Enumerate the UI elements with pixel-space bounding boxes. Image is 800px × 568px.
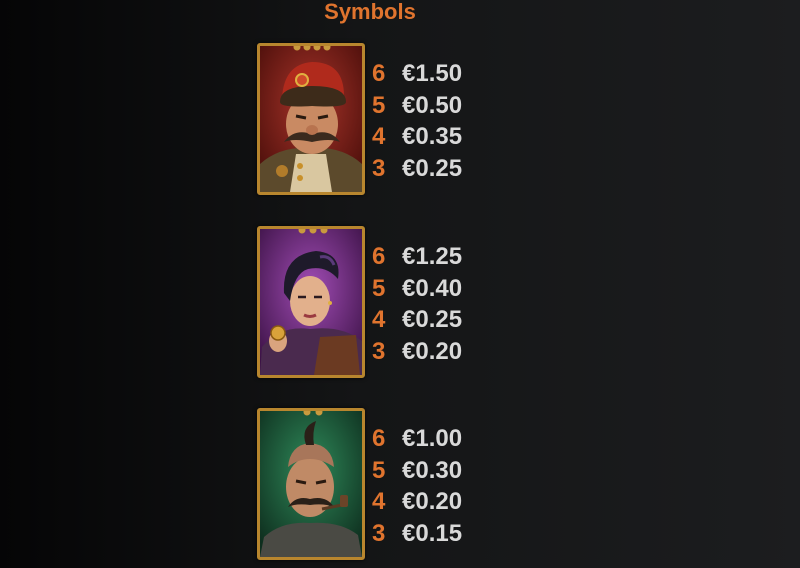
payout-line: 3 €0.25 (372, 153, 522, 185)
payout-value: €0.35 (402, 123, 463, 150)
paytable-symbol-2: 6 €1.25 5 €0.40 4 €0.25 3 €0.20 (372, 241, 522, 367)
payout-value: €0.15 (402, 519, 463, 547)
payout-line: 3 €0.20 (372, 336, 522, 368)
payout-line: 4 €0.20 (372, 486, 522, 518)
payout-value: €0.40 (402, 274, 463, 302)
symbol-count: 6 (372, 243, 386, 270)
symbol-count: 4 (372, 123, 386, 150)
payout-value: €0.50 (402, 91, 463, 119)
payout-line: 6 €1.25 (372, 241, 522, 273)
symbol-row-2: 6 €1.25 5 €0.40 4 €0.25 3 €0.20 (257, 226, 557, 386)
symbol-count: 4 (372, 488, 386, 515)
payout-line: 6 €1.50 (372, 58, 522, 90)
payout-value: €0.25 (402, 154, 463, 182)
symbol-count: 5 (372, 456, 386, 484)
payout-value: €0.20 (402, 337, 463, 365)
payout-value: €0.20 (402, 488, 463, 515)
woman-with-coin-icon (257, 226, 365, 378)
symbol-count: 3 (372, 154, 386, 182)
symbol-count: 6 (372, 60, 386, 87)
symbol-count: 5 (372, 91, 386, 119)
payout-value: €0.30 (402, 456, 463, 484)
symbol-row-1: 6 €1.50 5 €0.50 4 €0.35 3 €0.25 (257, 43, 557, 203)
paytable-symbol-3: 6 €1.00 5 €0.30 4 €0.20 3 €0.15 (372, 423, 522, 549)
payout-line: 3 €0.15 (372, 518, 522, 550)
paytable-symbol-1: 6 €1.50 5 €0.50 4 €0.35 3 €0.25 (372, 58, 522, 184)
payout-line: 5 €0.40 (372, 273, 522, 305)
cossack-captain-icon (257, 43, 365, 195)
symbol-count: 5 (372, 274, 386, 302)
symbols-title: Symbols (324, 0, 416, 24)
symbol-count: 3 (372, 519, 386, 547)
payout-line: 6 €1.00 (372, 423, 522, 455)
symbol-count: 4 (372, 306, 386, 333)
symbol-count: 3 (372, 337, 386, 365)
cossack-with-pipe-icon (257, 408, 365, 560)
payout-line: 4 €0.25 (372, 304, 522, 336)
payout-line: 5 €0.30 (372, 455, 522, 487)
payout-line: 4 €0.35 (372, 121, 522, 153)
payout-line: 5 €0.50 (372, 90, 522, 122)
symbol-row-3: 6 €1.00 5 €0.30 4 €0.20 3 €0.15 (257, 408, 557, 568)
payout-value: €0.25 (402, 306, 463, 333)
payout-value: €1.00 (402, 425, 463, 452)
symbol-count: 6 (372, 425, 386, 452)
payout-value: €1.25 (402, 243, 463, 270)
payout-value: €1.50 (402, 60, 463, 87)
